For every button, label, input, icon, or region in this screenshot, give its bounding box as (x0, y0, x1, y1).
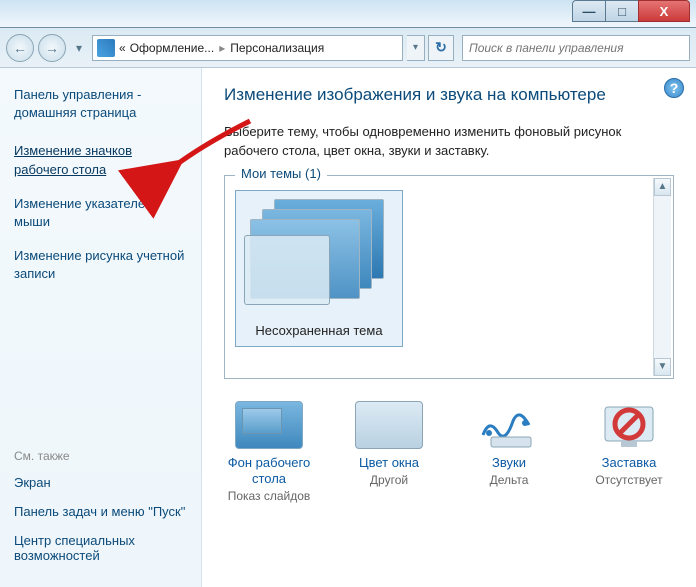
breadcrumb-1[interactable]: Оформление... (130, 41, 215, 55)
theme-label: Несохраненная тема (240, 319, 398, 342)
help-icon[interactable]: ? (664, 78, 684, 98)
sounds-icon (475, 401, 543, 449)
option-screensaver[interactable]: Заставка Отсутствует (584, 401, 674, 504)
option-screensaver-sub: Отсутствует (584, 473, 674, 487)
sidebar-link-desktop-icons[interactable]: Изменение значков рабочего стола (14, 142, 187, 178)
control-panel-icon (97, 39, 115, 57)
content-area: ? Изменение изображения и звука на компь… (202, 68, 696, 587)
sidebar-link-mouse-pointers[interactable]: Изменение указателей мыши (14, 195, 187, 231)
wallpaper-icon (235, 401, 303, 449)
see-also-taskbar[interactable]: Панель задач и меню "Пуск" (14, 504, 187, 519)
option-color-title[interactable]: Цвет окна (344, 455, 434, 471)
page-title: Изменение изображения и звука на компьют… (224, 84, 674, 107)
sidebar-link-account-picture[interactable]: Изменение рисунка учетной записи (14, 247, 187, 283)
my-themes-group: Мои темы (1) Несохраненная тема ▲ ▼ (224, 175, 674, 379)
address-dropdown[interactable]: ▾ (407, 35, 425, 61)
window-controls: — □ X (573, 0, 690, 22)
see-also-label: См. также (14, 449, 187, 463)
back-button[interactable]: ← (6, 34, 34, 62)
search-input[interactable] (469, 41, 683, 55)
option-wallpaper[interactable]: Фон рабочего стола Показ слайдов (224, 401, 314, 504)
option-wallpaper-title[interactable]: Фон рабочего стола (224, 455, 314, 488)
chevron-right-icon: ▸ (214, 41, 230, 55)
scroll-up-icon[interactable]: ▲ (654, 178, 671, 196)
history-dropdown[interactable]: ▾ (70, 36, 88, 60)
see-also-display[interactable]: Экран (14, 475, 187, 490)
breadcrumb-prefix: « (119, 41, 126, 55)
breadcrumb-2[interactable]: Персонализация (230, 41, 324, 55)
forward-button[interactable]: → (38, 34, 66, 62)
option-color[interactable]: Цвет окна Другой (344, 401, 434, 504)
navbar: ← → ▾ « Оформление... ▸ Персонализация ▾… (0, 28, 696, 68)
refresh-button[interactable]: ↻ (428, 35, 454, 61)
option-screensaver-title[interactable]: Заставка (584, 455, 674, 471)
close-button[interactable]: X (638, 0, 690, 22)
theme-thumbnail (240, 195, 400, 313)
option-color-sub: Другой (344, 473, 434, 487)
page-description: Выберите тему, чтобы одновременно измени… (224, 123, 674, 161)
scroll-down-icon[interactable]: ▼ (654, 358, 671, 376)
screensaver-icon (595, 401, 663, 449)
sidebar: Панель управления - домашняя страница Из… (0, 68, 202, 587)
option-wallpaper-sub: Показ слайдов (224, 489, 314, 503)
search-box[interactable] (462, 35, 690, 61)
minimize-button[interactable]: — (572, 0, 606, 22)
option-sounds[interactable]: Звуки Дельта (464, 401, 554, 504)
theme-item-unsaved[interactable]: Несохраненная тема (235, 190, 403, 347)
my-themes-legend: Мои темы (1) (235, 166, 327, 181)
personalization-options-row: Фон рабочего стола Показ слайдов Цвет ок… (224, 401, 674, 504)
option-sounds-title[interactable]: Звуки (464, 455, 554, 471)
option-sounds-sub: Дельта (464, 473, 554, 487)
maximize-button[interactable]: □ (605, 0, 639, 22)
address-bar[interactable]: « Оформление... ▸ Персонализация (92, 35, 403, 61)
control-panel-home-link[interactable]: Панель управления - домашняя страница (14, 86, 187, 122)
themes-scrollbar[interactable]: ▲ ▼ (653, 178, 671, 376)
see-also-ease-of-access[interactable]: Центр специальных возможностей (14, 533, 187, 563)
titlebar: — □ X (0, 0, 696, 28)
window-color-icon (355, 401, 423, 449)
